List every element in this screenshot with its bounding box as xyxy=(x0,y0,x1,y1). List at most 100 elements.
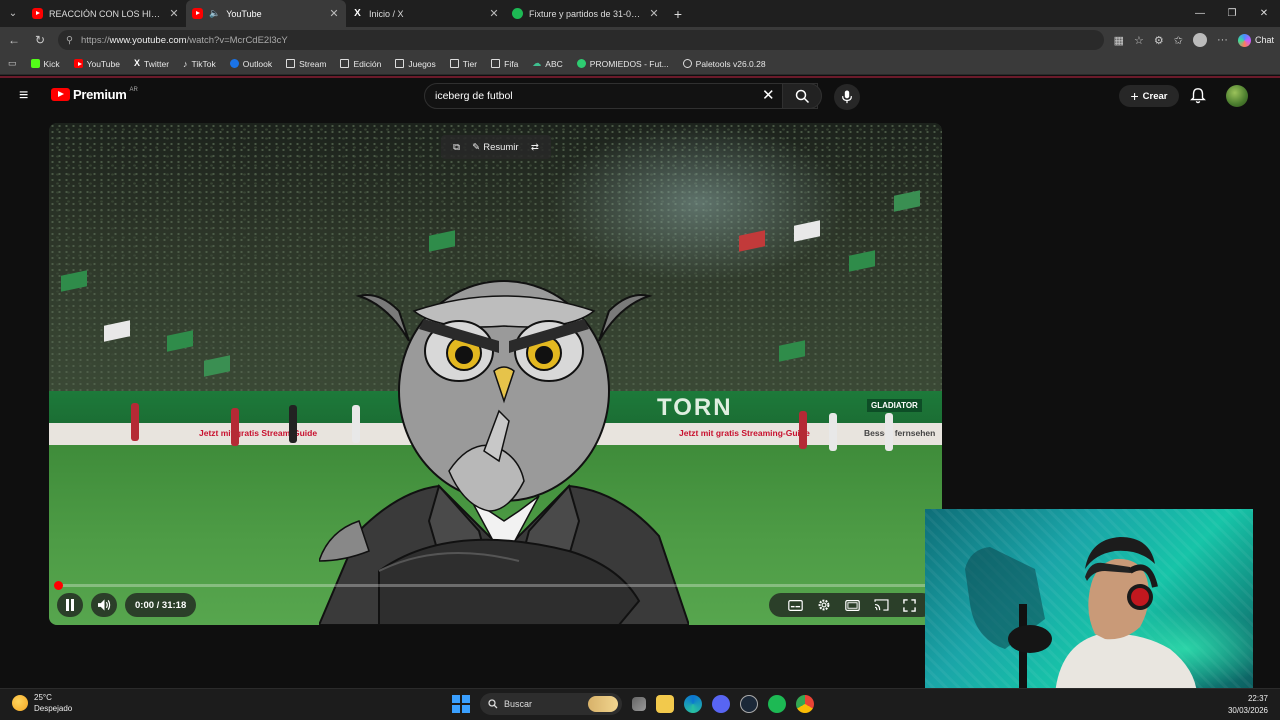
bookmark-paletools[interactable]: Paletools v26.0.28 xyxy=(682,59,766,69)
right-controls xyxy=(769,593,934,617)
copilot-chat-button[interactable]: Chat xyxy=(1237,33,1274,47)
summarize-button[interactable]: ✎ Resumir xyxy=(472,142,518,153)
steam-icon[interactable] xyxy=(740,695,758,713)
weather-widget[interactable]: 25°C Despejado xyxy=(12,692,72,714)
discord-icon[interactable] xyxy=(712,695,730,713)
voice-search-button[interactable] xyxy=(834,84,860,110)
extensions-icon[interactable]: ⚙ xyxy=(1154,34,1164,47)
edge-icon[interactable] xyxy=(684,695,702,713)
file-explorer-icon[interactable] xyxy=(656,695,674,713)
progress-bar[interactable] xyxy=(54,581,934,590)
flare-smoke xyxy=(549,123,849,283)
bookmark-kick[interactable]: Kick xyxy=(30,59,60,69)
spotify-icon[interactable] xyxy=(768,695,786,713)
tab-title: YouTube xyxy=(226,8,262,19)
tab-close-icon[interactable]: ✕ xyxy=(328,7,340,20)
bookmark-tiktok[interactable]: ♪ TikTok xyxy=(183,59,216,69)
bookmark-youtube[interactable]: YouTube xyxy=(73,59,120,69)
search-button[interactable] xyxy=(782,83,822,109)
favorites-icon[interactable]: ✩ xyxy=(1174,34,1183,47)
video-player[interactable]: TORN GLADIATOR Jetzt mit gratis Stream-G… xyxy=(49,123,942,625)
minimize-icon[interactable]: — xyxy=(1184,0,1216,27)
create-button[interactable]: + Crear xyxy=(1119,85,1179,107)
folder-icon xyxy=(491,59,501,68)
tab-actions-menu-button[interactable]: ⌄ xyxy=(0,0,26,27)
search-input[interactable] xyxy=(435,90,817,102)
bookmark-folder-stream[interactable]: Stream xyxy=(286,59,326,69)
clear-search-icon[interactable]: ✕ xyxy=(762,86,775,106)
play-pause-button[interactable] xyxy=(57,593,83,617)
window-controls: — ❐ ✕ xyxy=(1184,0,1280,27)
time-text: 0:00 / 31:18 xyxy=(135,599,187,611)
bookmark-folder-juegos[interactable]: Juegos xyxy=(395,59,436,69)
site-info-icon[interactable]: ⚲ xyxy=(66,35,73,46)
restore-icon[interactable]: ❐ xyxy=(1216,0,1248,27)
reload-icon[interactable]: ↻ xyxy=(32,33,48,47)
logo-region: AR xyxy=(129,87,138,93)
folder-icon xyxy=(449,59,459,68)
kick-icon xyxy=(30,59,40,68)
streamer-webcam xyxy=(925,509,1253,694)
notifications-bell-icon[interactable] xyxy=(1189,87,1207,105)
theater-mode-icon[interactable] xyxy=(844,599,860,611)
plus-icon: + xyxy=(1130,88,1139,104)
new-tab-button[interactable]: + xyxy=(666,0,690,27)
task-view-icon[interactable] xyxy=(632,697,646,711)
account-avatar[interactable] xyxy=(1226,85,1248,107)
ad-text-right: Jetzt mit gratis Streaming-Guide xyxy=(679,428,810,438)
microphone-icon xyxy=(842,90,852,104)
pause-icon xyxy=(66,599,74,611)
close-window-icon[interactable]: ✕ xyxy=(1248,0,1280,27)
ad-text-far-right: Besser fernsehen xyxy=(864,428,936,438)
tab-close-icon[interactable]: ✕ xyxy=(488,7,500,20)
speaker-icon[interactable]: 🔈 xyxy=(209,8,220,19)
bookmark-abc[interactable]: ☁ ABC xyxy=(532,58,562,69)
more-menu-icon[interactable]: ··· xyxy=(1217,34,1228,46)
progress-scrubber[interactable] xyxy=(54,581,63,590)
back-arrow-icon[interactable]: ← xyxy=(6,33,22,47)
address-bar[interactable]: ⚲ https://www.youtube.com/watch?v=McrCdE… xyxy=(58,30,1104,50)
tab-close-icon[interactable]: ✕ xyxy=(168,7,180,20)
bookmark-twitter[interactable]: X Twitter xyxy=(134,58,169,69)
clock-time: 22:37 xyxy=(1247,694,1268,703)
tab-close-icon[interactable]: ✕ xyxy=(648,7,660,20)
address-toolbar: ← ↻ ⚲ https://www.youtube.com/watch?v=Mc… xyxy=(0,27,1280,53)
browser-tab-2-active[interactable]: 🔈 YouTube ✕ xyxy=(186,0,346,27)
browser-tab-4[interactable]: Fixture y partidos de 31-03-2026 ✕ xyxy=(506,0,666,27)
folder-icon xyxy=(340,59,350,68)
url-text: https://www.youtube.com/watch?v=McrCdE2l… xyxy=(80,34,288,46)
browser-tab-1[interactable]: REACCIÓN CON LOS HINCHAS / R ✕ xyxy=(26,0,186,27)
footballer xyxy=(231,408,239,446)
translate-icon[interactable]: ⇄ xyxy=(531,142,539,153)
summary-icon: ✎ xyxy=(472,141,481,153)
time-display: 0:00 / 31:18 xyxy=(125,593,197,617)
menu-icon[interactable]: ≡ xyxy=(19,88,33,104)
fullscreen-icon[interactable] xyxy=(902,598,916,612)
bookmark-outlook[interactable]: Outlook xyxy=(229,59,272,69)
globe-icon xyxy=(682,59,692,68)
search-highlight-icon xyxy=(588,696,618,712)
bookmark-promiedos[interactable]: PROMIEDOS - Fut... xyxy=(576,59,669,69)
app-icon[interactable]: ▦ xyxy=(1114,34,1124,47)
chrome-icon[interactable] xyxy=(796,695,814,713)
youtube-premium-logo[interactable]: Premium AR xyxy=(51,87,138,102)
windows-start-icon[interactable] xyxy=(452,695,470,713)
reading-list-icon[interactable]: ▭ xyxy=(8,58,17,69)
tiktok-icon: ♪ xyxy=(183,58,188,69)
owl-in-suit-illustration xyxy=(319,280,689,625)
bookmark-folder-edicion[interactable]: Edición xyxy=(340,59,381,69)
youtube-logo-icon xyxy=(51,88,70,101)
system-clock[interactable]: 22:37 30/03/2026 xyxy=(1228,693,1268,717)
star-icon[interactable]: ☆ xyxy=(1134,34,1144,47)
browser-tab-3[interactable]: X Inicio / X ✕ xyxy=(346,0,506,27)
settings-gear-icon[interactable] xyxy=(817,598,831,612)
bookmark-folder-tier[interactable]: Tier xyxy=(449,59,477,69)
bookmark-folder-fifa[interactable]: Fifa xyxy=(491,59,518,69)
taskbar-search-box[interactable]: Buscar xyxy=(480,693,622,715)
mute-button[interactable] xyxy=(91,593,117,617)
cast-icon[interactable] xyxy=(873,599,889,611)
pip-icon[interactable]: ⧉ xyxy=(453,142,460,153)
footballer xyxy=(289,405,297,443)
profile-avatar[interactable] xyxy=(1192,33,1207,47)
subtitles-icon[interactable] xyxy=(787,599,803,611)
